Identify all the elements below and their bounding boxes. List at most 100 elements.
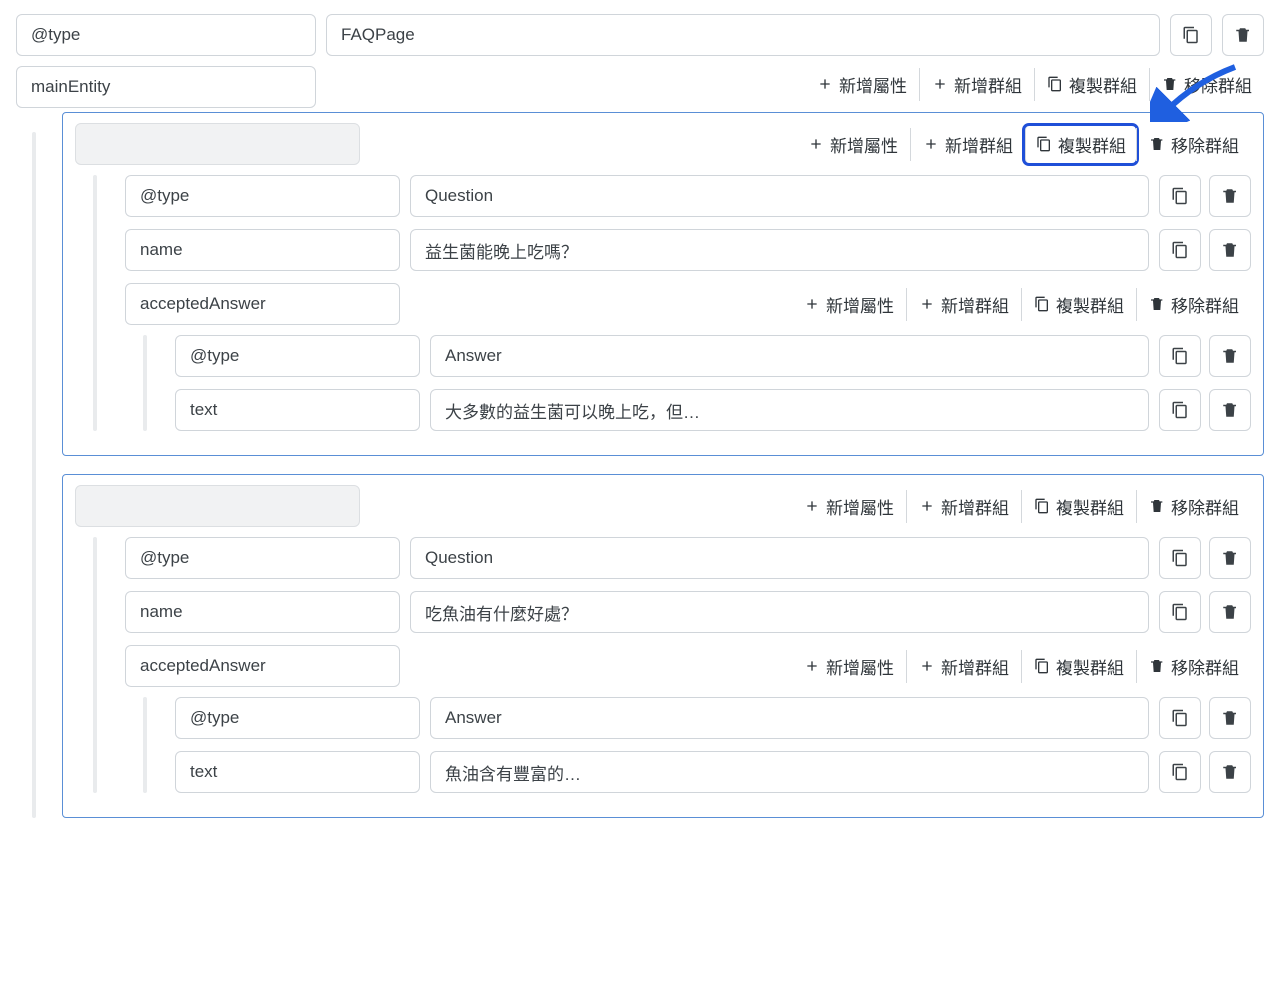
copy-button[interactable] [1159,389,1201,431]
key-input[interactable] [175,751,420,793]
value-input[interactable] [410,591,1149,633]
delete-button[interactable] [1209,389,1251,431]
add-property-label: 新增屬性 [830,132,898,157]
question-group: 新增屬性 新增群組 複製群組 移除群組 [62,112,1264,456]
key-input[interactable] [125,591,400,633]
copy-icon [1171,709,1189,727]
add-property-button[interactable]: 新增屬性 [792,288,906,321]
copy-icon [1047,76,1063,92]
root-type-value[interactable] [326,14,1160,56]
add-property-button[interactable]: 新增屬性 [805,68,919,101]
remove-group-label: 移除群組 [1171,292,1239,317]
copy-group-button[interactable]: 複製群組 [1034,68,1149,101]
question-type-row [125,537,1251,579]
add-property-button[interactable]: 新增屬性 [792,650,906,683]
value-input[interactable] [430,335,1149,377]
question-name-row [125,591,1251,633]
copy-button[interactable] [1159,175,1201,217]
copy-button[interactable] [1159,751,1201,793]
copy-group-label: 複製群組 [1056,494,1124,519]
copy-icon [1171,241,1189,259]
copy-button[interactable] [1159,697,1201,739]
question-type-row [125,175,1251,217]
delete-button[interactable] [1209,591,1251,633]
trash-icon [1221,187,1239,205]
key-input[interactable] [175,389,420,431]
accepted-answer-key[interactable]: acceptedAnswer [125,645,400,687]
copy-icon [1171,187,1189,205]
main-entity-children: 新增屬性 新增群組 複製群組 移除群組 [16,112,1264,818]
add-property-button[interactable]: 新增屬性 [792,490,906,523]
add-property-label: 新增屬性 [839,72,907,97]
accepted-answer-key[interactable]: acceptedAnswer [125,283,400,325]
accepted-answer-toolbar: 新增屬性 新增群組 複製群組 移除群組 [792,648,1251,684]
add-group-label: 新增群組 [945,132,1013,157]
key-input[interactable] [125,537,400,579]
remove-group-button[interactable]: 移除群組 [1136,128,1251,161]
copy-button[interactable] [1170,14,1212,56]
delete-button[interactable] [1209,229,1251,271]
value-input[interactable] [410,175,1149,217]
key-input[interactable] [175,697,420,739]
accepted-answer-toolbar: 新增屬性 新增群組 複製群組 移除群組 [792,286,1251,322]
trash-icon [1149,498,1165,514]
key-input[interactable] [125,229,400,271]
copy-icon [1171,549,1189,567]
add-group-button[interactable]: 新增群組 [906,288,1021,321]
value-input[interactable] [410,537,1149,579]
root-type-key[interactable] [16,14,316,56]
remove-group-button[interactable]: 移除群組 [1149,68,1264,101]
add-property-label: 新增屬性 [826,494,894,519]
add-group-button[interactable]: 新增群組 [910,128,1025,161]
accepted-answer-label: acceptedAnswer [140,294,266,314]
add-group-button[interactable]: 新增群組 [906,650,1021,683]
delete-button[interactable] [1209,751,1251,793]
delete-button[interactable] [1209,537,1251,579]
delete-button[interactable] [1222,14,1264,56]
copy-group-button[interactable]: 複製群組 [1021,288,1136,321]
trash-icon [1149,136,1165,152]
copy-group-button[interactable]: 複製群組 [1021,650,1136,683]
copy-icon [1034,658,1050,674]
delete-button[interactable] [1209,335,1251,377]
trash-icon [1162,76,1178,92]
copy-icon [1171,763,1189,781]
copy-group-label: 複製群組 [1069,72,1137,97]
delete-button[interactable] [1209,175,1251,217]
delete-button[interactable] [1209,697,1251,739]
copy-group-label: 複製群組 [1056,654,1124,679]
copy-icon [1182,26,1200,44]
copy-icon [1034,296,1050,312]
remove-group-button[interactable]: 移除群組 [1136,650,1251,683]
add-property-button[interactable]: 新增屬性 [796,128,910,161]
add-group-button[interactable]: 新增群組 [919,68,1034,101]
add-group-label: 新增群組 [941,654,1009,679]
remove-group-label: 移除群組 [1171,132,1239,157]
add-property-label: 新增屬性 [826,654,894,679]
copy-button[interactable] [1159,335,1201,377]
main-entity-key[interactable] [16,66,316,108]
key-input[interactable] [175,335,420,377]
group-label-input[interactable] [75,485,360,527]
trash-icon [1221,763,1239,781]
key-input[interactable] [125,175,400,217]
group-label-input[interactable] [75,123,360,165]
remove-group-button[interactable]: 移除群組 [1136,490,1251,523]
value-input[interactable] [410,229,1149,271]
copy-group-button-highlighted[interactable]: 複製群組 [1025,126,1136,163]
value-input[interactable] [430,751,1149,793]
copy-icon [1036,136,1052,152]
accepted-answer-label: acceptedAnswer [140,656,266,676]
group-toolbar: 新增屬性 新增群組 複製群組 移除群組 [796,126,1251,162]
copy-button[interactable] [1159,537,1201,579]
value-input[interactable] [430,697,1149,739]
question-group: 新增屬性 新增群組 複製群組 移除群組 [62,474,1264,818]
copy-icon [1034,498,1050,514]
remove-group-button[interactable]: 移除群組 [1136,288,1251,321]
copy-button[interactable] [1159,229,1201,271]
copy-button[interactable] [1159,591,1201,633]
copy-group-button[interactable]: 複製群組 [1021,490,1136,523]
copy-group-label: 複製群組 [1058,132,1126,157]
add-group-button[interactable]: 新增群組 [906,490,1021,523]
value-input[interactable] [430,389,1149,431]
